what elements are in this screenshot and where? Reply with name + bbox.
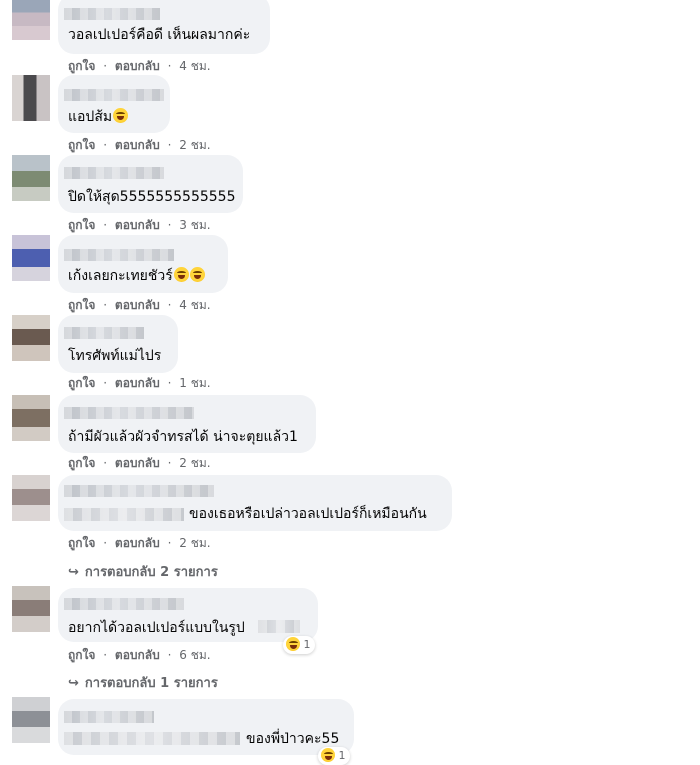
rofl-emoji: [189, 267, 205, 282]
commenter-name-blurred[interactable]: [64, 89, 164, 101]
comment-time[interactable]: 2 ชม.: [179, 536, 210, 550]
commenter-name-blurred[interactable]: [64, 407, 194, 419]
comment-text: แอปส้ม: [68, 108, 129, 126]
avatar[interactable]: [12, 697, 50, 743]
reply-button[interactable]: ตอบกลับ: [115, 59, 160, 73]
reply-button[interactable]: ตอบกลับ: [115, 298, 160, 312]
comment-time[interactable]: 4 ชม.: [179, 298, 210, 312]
comment-bubble: เก้งเลยกะเทยชัวร์: [58, 235, 228, 293]
reply-arrow-icon: ↪: [68, 565, 79, 580]
commenter-name-blurred[interactable]: [64, 167, 164, 179]
comment-actions: ถูกใจ · ตอบกลับ · 6 ชม.: [68, 648, 211, 662]
reply-button[interactable]: ตอบกลับ: [115, 218, 160, 232]
avatar[interactable]: [12, 475, 50, 521]
comment-actions: ถูกใจ · ตอบกลับ · 2 ชม.: [68, 536, 211, 550]
avatar[interactable]: [12, 155, 50, 201]
haha-reaction-icon: [286, 637, 300, 651]
reply-button[interactable]: ตอบกลับ: [115, 648, 160, 662]
avatar[interactable]: [12, 0, 50, 40]
comment-bubble: แอปส้ม: [58, 75, 170, 133]
view-replies-link[interactable]: ↪ การตอบกลับ 1 รายการ: [68, 672, 218, 693]
reply-button[interactable]: ตอบกลับ: [115, 138, 160, 152]
comment-time[interactable]: 2 ชม.: [179, 138, 210, 152]
like-button[interactable]: ถูกใจ: [68, 376, 95, 390]
reply-arrow-icon: ↪: [68, 676, 79, 691]
comment-actions: ถูกใจ · ตอบกลับ · 4 ชม.: [68, 59, 211, 73]
avatar[interactable]: [12, 235, 50, 281]
like-button[interactable]: ถูกใจ: [68, 138, 95, 152]
comment-text: เก้งเลยกะเทยชัวร์: [68, 267, 205, 285]
avatar[interactable]: [12, 75, 50, 121]
commenter-name-blurred[interactable]: [64, 8, 160, 20]
comment-time[interactable]: 1 ชม.: [179, 376, 210, 390]
comment-bubble: ของพี่ป่าวคะ55: [58, 699, 354, 755]
comment-bubble: ถ้ามีผัวแล้วผัวจำทรสได้ น่าจะตุยแล้ว1: [58, 395, 316, 453]
blurred-image-tag: [258, 620, 300, 633]
commenter-name-blurred[interactable]: [64, 249, 174, 261]
comment-time[interactable]: 2 ชม.: [179, 456, 210, 470]
comment-actions: ถูกใจ · ตอบกลับ · 2 ชม.: [68, 456, 211, 470]
comment-text: ปิดให้สุด5555555555555: [68, 189, 236, 205]
commenter-name-blurred[interactable]: [64, 711, 154, 723]
laughing-emoji: [173, 267, 189, 282]
comment-text: โทรศัพท์แม่ไปร: [68, 348, 162, 364]
comment-time[interactable]: 4 ชม.: [179, 59, 210, 73]
comment-time[interactable]: 6 ชม.: [179, 648, 210, 662]
blurred-tag: [64, 732, 240, 745]
blurred-tag: [64, 508, 184, 521]
commenter-name-blurred[interactable]: [64, 598, 184, 610]
reaction-summary[interactable]: 1: [283, 636, 315, 654]
avatar[interactable]: [12, 315, 50, 361]
commenter-name-blurred[interactable]: [64, 327, 144, 339]
avatar[interactable]: [12, 586, 50, 632]
rofl-emoji: [113, 108, 129, 123]
avatar[interactable]: [12, 395, 50, 441]
comment-actions: ถูกใจ · ตอบกลับ · 4 ชม.: [68, 298, 211, 312]
comment-time[interactable]: 3 ชม.: [179, 218, 210, 232]
comment-bubble: วอลเปเปอร์คือดี เห็นผลมากค่ะ: [58, 0, 270, 54]
reply-button[interactable]: ตอบกลับ: [115, 456, 160, 470]
comment-actions: ถูกใจ · ตอบกลับ · 1 ชม.: [68, 376, 211, 390]
reply-button[interactable]: ตอบกลับ: [115, 376, 160, 390]
comment-text: ของเธอหรือเปล่าวอลเปเปอร์ก็เหมือนกัน: [189, 506, 427, 522]
reply-button[interactable]: ตอบกลับ: [115, 536, 160, 550]
comment-bubble: อยากได้วอลเปเปอร์แบบในรูป: [58, 588, 318, 642]
comment-actions: ถูกใจ · ตอบกลับ · 3 ชม.: [68, 218, 211, 232]
like-button[interactable]: ถูกใจ: [68, 648, 95, 662]
comment-bubble: ปิดให้สุด5555555555555: [58, 155, 243, 213]
comment-text: ถ้ามีผัวแล้วผัวจำทรสได้ น่าจะตุยแล้ว1: [68, 429, 298, 445]
comment-bubble: ของเธอหรือเปล่าวอลเปเปอร์ก็เหมือนกัน: [58, 475, 452, 531]
like-button[interactable]: ถูกใจ: [68, 59, 95, 73]
comment-text: ของพี่ป่าวคะ55: [246, 731, 340, 747]
haha-reaction-icon: [321, 748, 335, 762]
commenter-name-blurred[interactable]: [64, 485, 214, 497]
comment-actions: ถูกใจ · ตอบกลับ · 2 ชม.: [68, 138, 211, 152]
like-button[interactable]: ถูกใจ: [68, 456, 95, 470]
reaction-summary[interactable]: 1: [318, 747, 350, 765]
like-button[interactable]: ถูกใจ: [68, 218, 95, 232]
comment-bubble: โทรศัพท์แม่ไปร: [58, 315, 178, 373]
comment-text: วอลเปเปอร์คือดี เห็นผลมากค่ะ: [68, 27, 251, 43]
view-replies-link[interactable]: ↪ การตอบกลับ 2 รายการ: [68, 561, 218, 582]
comment-text: อยากได้วอลเปเปอร์แบบในรูป: [68, 620, 245, 636]
like-button[interactable]: ถูกใจ: [68, 298, 95, 312]
like-button[interactable]: ถูกใจ: [68, 536, 95, 550]
